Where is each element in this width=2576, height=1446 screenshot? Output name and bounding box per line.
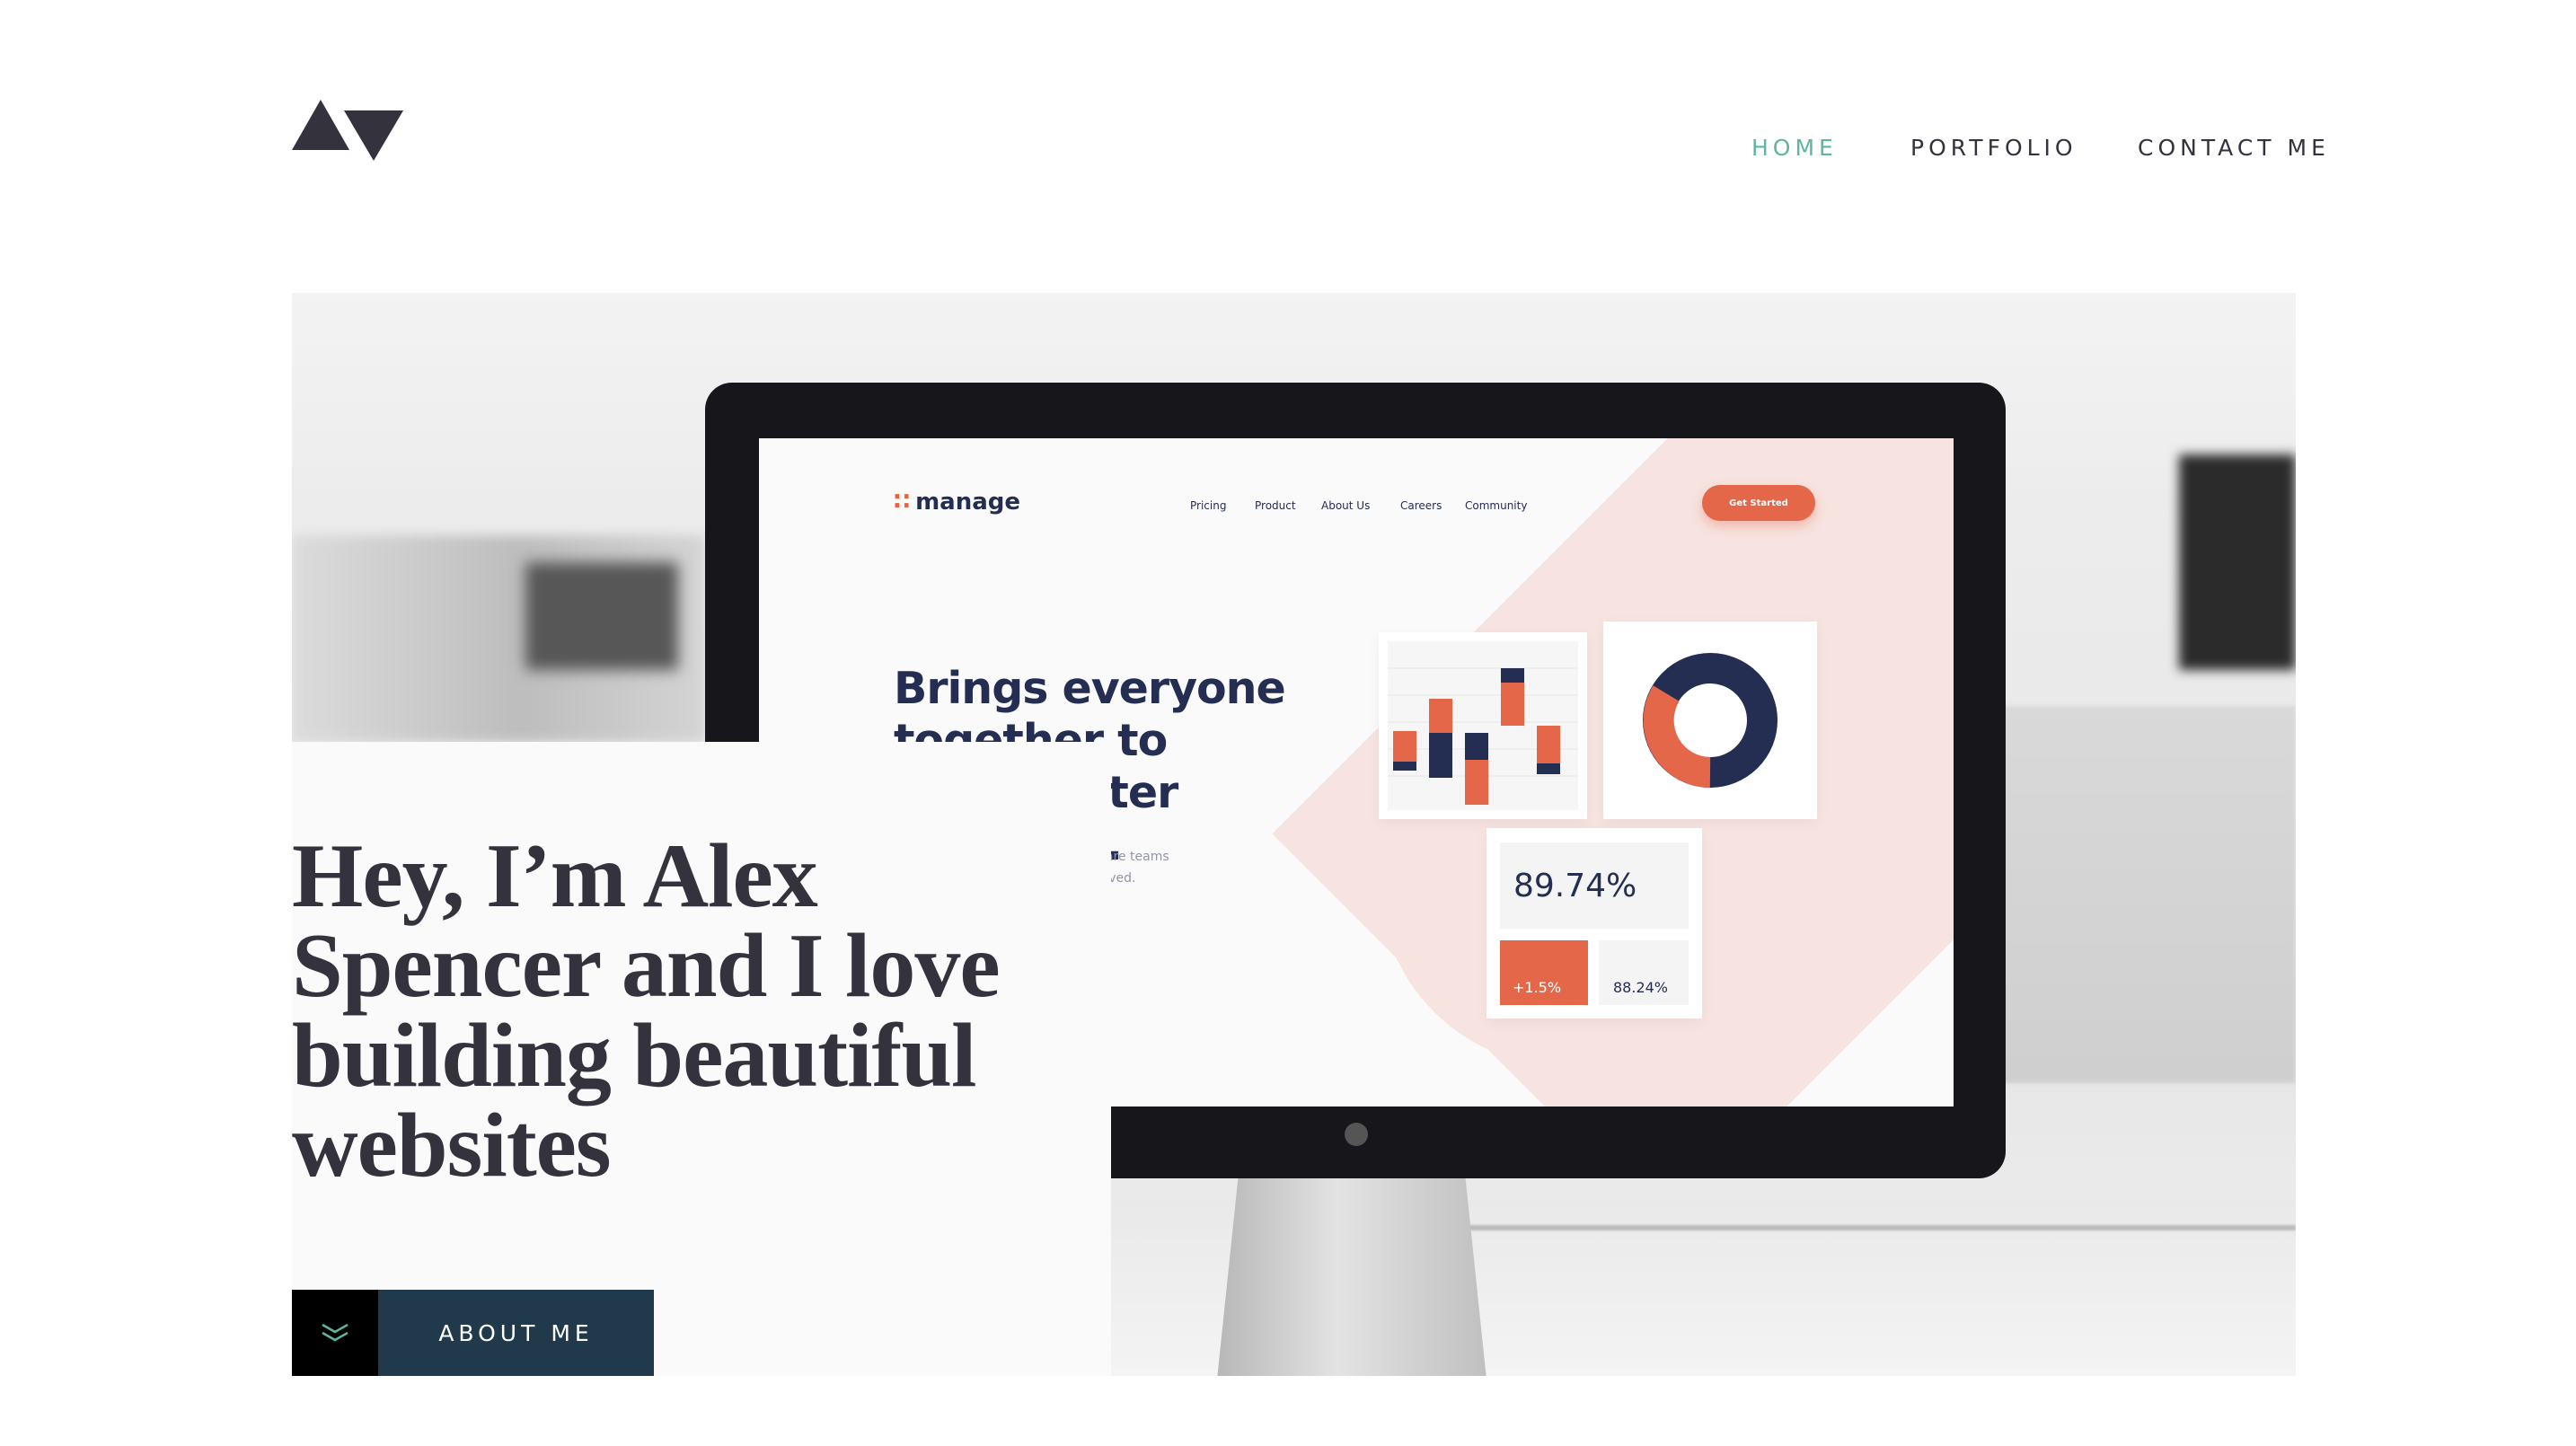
nav-portfolio[interactable]: PORTFOLIO <box>1910 135 2078 161</box>
monitor-stand <box>1217 1173 1486 1376</box>
hero-headline: Hey, I’m Alex Spencer and I love buildin… <box>292 825 1001 1196</box>
nav-contact-me[interactable]: CONTACT ME <box>2138 135 2330 161</box>
main-nav: HOME PORTFOLIO CONTACT ME <box>0 135 2576 162</box>
about-me-button[interactable]: ABOUT ME <box>292 1290 654 1376</box>
double-chevron-down-icon <box>292 1290 378 1376</box>
mockup-donut-chart-icon <box>1643 653 1778 788</box>
mockup-stats-card: 89.74% +1.5% 88.24% <box>1486 828 1702 1018</box>
background-blur <box>2179 454 2296 670</box>
brand-dots-icon: ∷ <box>894 489 911 516</box>
nav-home[interactable]: HOME <box>1751 135 1838 161</box>
about-me-label: ABOUT ME <box>378 1290 654 1376</box>
mockup-nav-item: Product <box>1255 499 1296 512</box>
mockup-stat-change: +1.5% <box>1500 940 1588 1005</box>
mockup-brand-logo: ∷ manage <box>894 489 1020 516</box>
mockup-nav-item: Careers <box>1400 499 1442 512</box>
hero-section: ∷ manage Pricing Product About Us Careers… <box>292 293 2296 1376</box>
background-shelf <box>1998 706 2296 1083</box>
mockup-stat-secondary: 88.24% <box>1599 940 1689 1005</box>
mockup-bar-chart-icon <box>1388 641 1578 810</box>
mockup-brand-name: manage <box>915 489 1021 516</box>
mockup-stat-main: 89.74% <box>1500 842 1689 929</box>
mockup-bar-chart-card <box>1379 632 1587 819</box>
apple-logo-icon <box>1345 1123 1368 1146</box>
mockup-nav-item: Community <box>1465 499 1528 512</box>
mockup-donut-chart-card <box>1603 622 1817 819</box>
mockup-nav-item: About Us <box>1321 499 1371 512</box>
mockup-nav-item: Pricing <box>1190 499 1227 512</box>
background-blur <box>525 562 678 670</box>
intro-panel: Hey, I’m Alex Spencer and I love buildin… <box>292 742 1111 1376</box>
mockup-get-started-button: Get Started <box>1702 485 1815 521</box>
